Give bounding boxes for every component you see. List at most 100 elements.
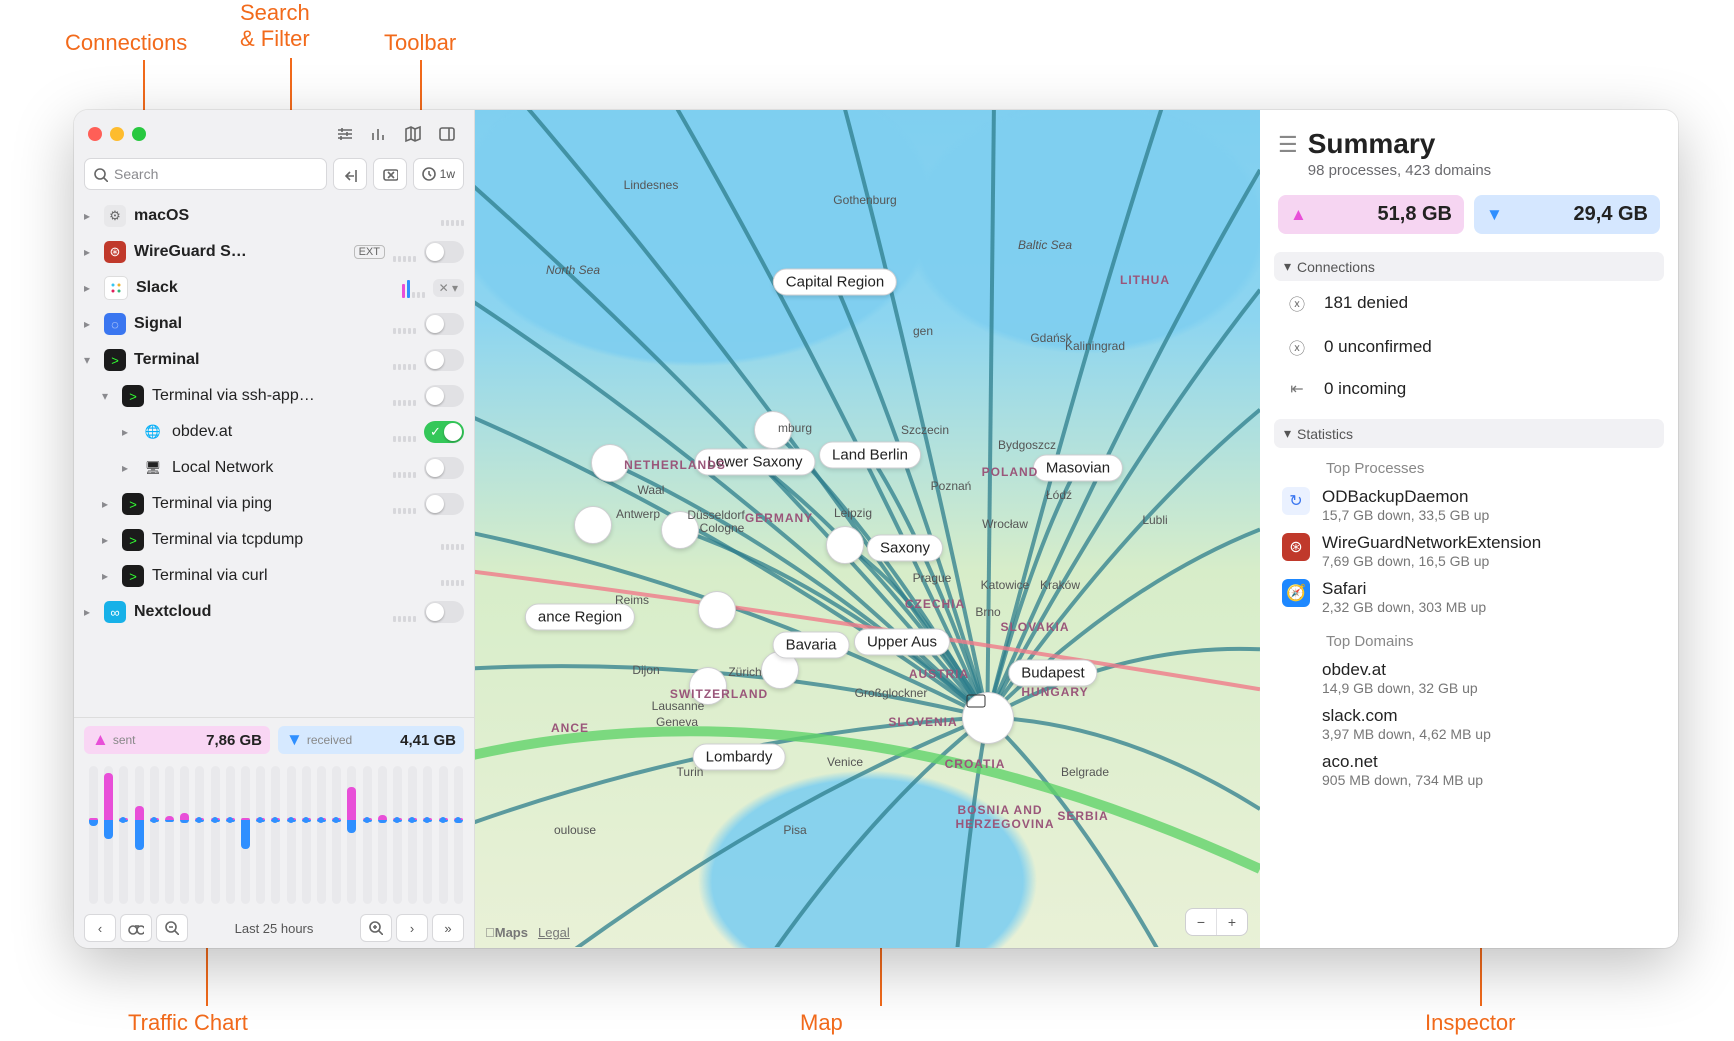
mini-traffic-icon: [441, 530, 464, 550]
connection-row[interactable]: ▸ > Terminal via ping✓: [74, 486, 474, 522]
connections-list[interactable]: ▸ ⚙ macOS▸ ⊛ WireGuard S…EXT✓▸ Slack✕ ▾▸…: [74, 198, 474, 717]
process-stats: 2,32 GB down, 303 MB up: [1322, 599, 1486, 615]
inspector-toggle-button[interactable]: [434, 121, 460, 147]
map-city-label: mburg: [778, 421, 812, 435]
allow-switch[interactable]: ✓: [424, 313, 464, 335]
chart-prev-button[interactable]: ‹: [84, 914, 116, 942]
disclosure-chevron[interactable]: ▸: [84, 605, 96, 619]
chart-binoculars-button[interactable]: [120, 914, 152, 942]
connection-row[interactable]: ▸ > Terminal via tcpdump: [74, 522, 474, 558]
top-process-item[interactable]: ↻ ODBackupDaemon 15,7 GB down, 33,5 GB u…: [1282, 487, 1656, 523]
map-region-label[interactable]: Lombardy: [693, 744, 786, 771]
allow-switch[interactable]: ✓: [424, 493, 464, 515]
connection-row[interactable]: ▸ > Terminal via curl: [74, 558, 474, 594]
deny-chip[interactable]: ✕ ▾: [433, 279, 464, 297]
section-statistics[interactable]: ▾ Statistics: [1274, 419, 1664, 448]
window-minimize-button[interactable]: [110, 127, 124, 141]
connection-row[interactable]: ▸ ∞ Nextcloud✓: [74, 594, 474, 630]
denied-icon: ⓧ: [1284, 291, 1310, 315]
map-legal-link[interactable]: Legal: [538, 925, 570, 940]
disclosure-chevron[interactable]: ▸: [102, 569, 114, 583]
map-pin[interactable]: [698, 591, 736, 629]
map-city-label: Pisa: [783, 823, 806, 837]
top-domain-item[interactable]: obdev.at 14,9 GB down, 32 GB up: [1282, 660, 1656, 696]
traffic-received-chip[interactable]: ▼received 4,41 GB: [278, 726, 464, 754]
allow-switch[interactable]: ✓: [424, 601, 464, 623]
map-city-label: Dijon: [632, 663, 659, 677]
allow-switch[interactable]: ✓: [424, 385, 464, 407]
chart-zoom-in-button[interactable]: [360, 914, 392, 942]
total-upload-chip[interactable]: ▲ 51,8 GB: [1278, 195, 1464, 234]
map-city-label: Kraków: [1040, 578, 1080, 592]
denied-filter-button[interactable]: [373, 158, 407, 190]
annotation-search-filter: Search & Filter: [240, 0, 310, 52]
map-region-label[interactable]: Upper Aus: [854, 629, 950, 656]
traffic-chart[interactable]: [84, 760, 464, 910]
map-pin[interactable]: [574, 506, 612, 544]
map-city-label: Katowice: [981, 578, 1030, 592]
chart-last-button[interactable]: »: [432, 914, 464, 942]
map-pin[interactable]: [826, 526, 864, 564]
top-domain-item[interactable]: slack.com 3,97 MB down, 4,62 MB up: [1282, 706, 1656, 742]
arrow-down-icon: ▼: [1486, 205, 1503, 225]
chart-next-button[interactable]: ›: [396, 914, 428, 942]
connection-row[interactable]: ▸ 🖥 Local Network✓: [74, 450, 474, 486]
connection-row[interactable]: ▾ > Terminal via ssh-app…✓: [74, 378, 474, 414]
traffic-sent-chip[interactable]: ▲sent 7,86 GB: [84, 726, 270, 754]
filter-settings-button[interactable]: [332, 121, 358, 147]
top-process-item[interactable]: ⊛ WireGuardNetworkExtension 7,69 GB down…: [1282, 533, 1656, 569]
app-icon: [104, 276, 128, 300]
map-region-label[interactable]: Bavaria: [773, 632, 850, 659]
map-icon: [403, 124, 423, 144]
disclosure-chevron[interactable]: ▸: [102, 497, 114, 511]
disclosure-chevron[interactable]: ▾: [102, 389, 114, 403]
process-stats: 7,69 GB down, 16,5 GB up: [1322, 553, 1541, 569]
total-download-chip[interactable]: ▼ 29,4 GB: [1474, 195, 1660, 234]
connection-row[interactable]: ▾ > Terminal✓: [74, 342, 474, 378]
disclosure-chevron[interactable]: ▸: [84, 209, 96, 223]
incoming-filter-button[interactable]: [333, 158, 367, 190]
map-region-label[interactable]: Saxony: [867, 535, 943, 562]
connection-row[interactable]: ▸ ⊛ WireGuard S…EXT✓: [74, 234, 474, 270]
connection-row[interactable]: ▸ Slack✕ ▾: [74, 270, 474, 306]
connection-row[interactable]: ▸ 🌐 obdev.at✓: [74, 414, 474, 450]
search-input[interactable]: Search: [84, 158, 327, 190]
allow-switch[interactable]: ✓: [424, 421, 464, 443]
chart-zoom-out-button[interactable]: [156, 914, 188, 942]
allow-switch[interactable]: ✓: [424, 349, 464, 371]
map-region-label[interactable]: ance Region: [525, 604, 635, 631]
map-zoom-out-button[interactable]: −: [1186, 909, 1216, 935]
map-zoom-in-button[interactable]: +: [1216, 909, 1247, 935]
monitor-button[interactable]: [366, 121, 392, 147]
disclosure-chevron[interactable]: ▾: [84, 353, 96, 367]
map-view[interactable]: Maps Legal − + Capital RegionLower Saxo…: [475, 110, 1260, 948]
search-icon: [93, 167, 108, 182]
map-origin-pin[interactable]: [962, 692, 1014, 744]
annotation-toolbar: Toolbar: [384, 30, 456, 56]
mini-traffic-icon: [393, 494, 416, 514]
allow-switch[interactable]: ✓: [424, 457, 464, 479]
top-domain-item[interactable]: aco.net 905 MB down, 734 MB up: [1282, 752, 1656, 788]
section-connections[interactable]: ▾ Connections: [1274, 252, 1664, 281]
map-region-label[interactable]: Masovian: [1033, 455, 1123, 482]
disclosure-chevron[interactable]: ▸: [102, 533, 114, 547]
map-toggle-button[interactable]: [400, 121, 426, 147]
disclosure-chevron[interactable]: ▸: [84, 281, 96, 295]
map-region-label[interactable]: Capital Region: [773, 269, 897, 296]
allow-switch[interactable]: ✓: [424, 241, 464, 263]
app-icon: ⊛: [104, 241, 126, 263]
disclosure-chevron[interactable]: ▸: [84, 317, 96, 331]
disclosure-chevron[interactable]: ▸: [84, 245, 96, 259]
domain-stats: 3,97 MB down, 4,62 MB up: [1322, 726, 1491, 742]
connection-row[interactable]: ▸ ◌ Signal✓: [74, 306, 474, 342]
connection-row[interactable]: ▸ ⚙ macOS: [74, 198, 474, 234]
annotation-connections: Connections: [65, 30, 187, 56]
top-process-item[interactable]: 🧭 Safari 2,32 GB down, 303 MB up: [1282, 579, 1656, 615]
window-zoom-button[interactable]: [132, 127, 146, 141]
window-close-button[interactable]: [88, 127, 102, 141]
disclosure-chevron[interactable]: ▸: [122, 425, 134, 439]
map-region-label[interactable]: Budapest: [1008, 660, 1097, 687]
disclosure-chevron[interactable]: ▸: [122, 461, 134, 475]
map-region-label[interactable]: Land Berlin: [819, 442, 921, 469]
time-filter-button[interactable]: 1w: [413, 158, 464, 190]
